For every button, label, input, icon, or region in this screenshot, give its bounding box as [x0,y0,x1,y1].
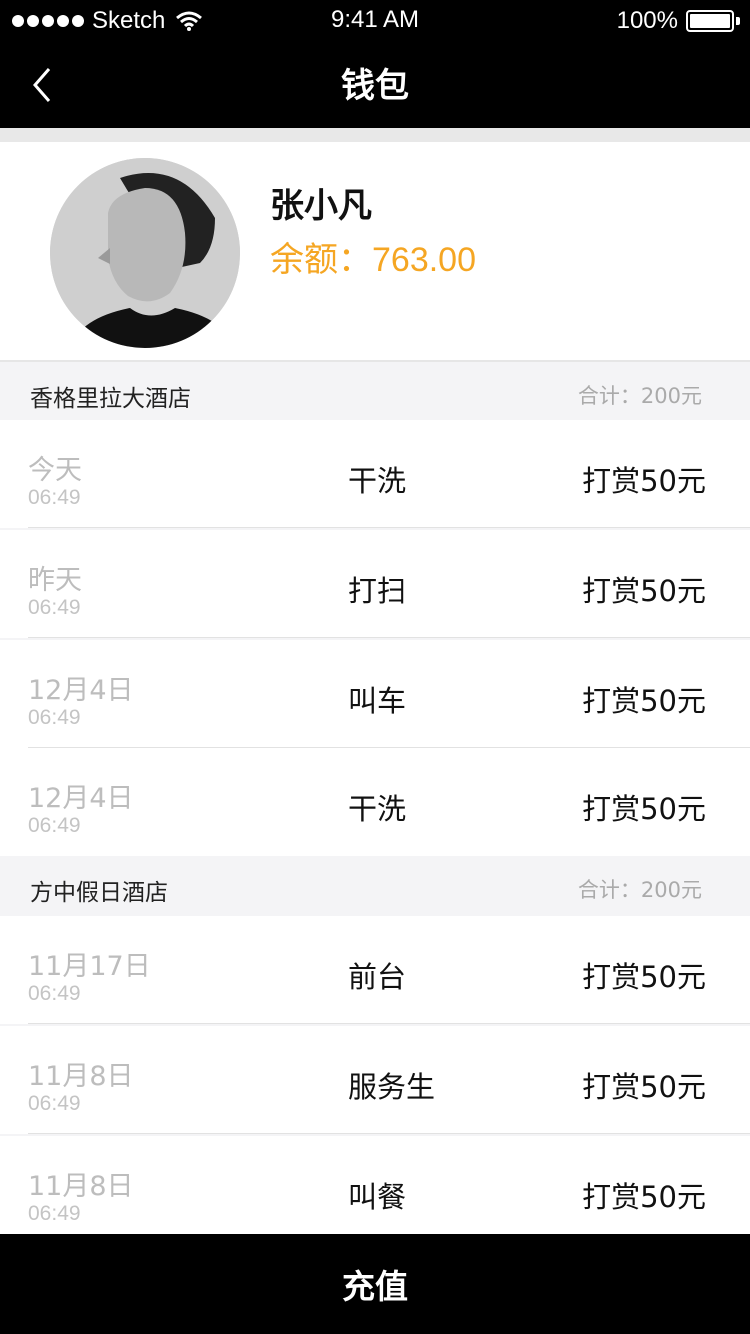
battery-percent: 100% [616,7,678,34]
list-item[interactable]: 11月8日 06:49 服务生 打赏50元 [0,1026,750,1134]
record-reward: 打赏50元 [582,464,706,498]
group-total: 合计：200元 [577,384,702,408]
group-total: 合计：200元 [577,878,702,902]
hotel-name: 方中假日酒店 [30,880,168,906]
status-right: 100% [617,6,740,36]
hotel-name: 香格里拉大酒店 [30,386,191,412]
record-time: 06:49 [28,596,81,619]
record-date: 11月8日 [28,1171,134,1202]
record-time: 06:49 [28,1092,81,1115]
page-title: 钱包 [341,66,409,106]
record-service: 叫车 [348,684,407,718]
divider [28,527,750,528]
balance-text: 余额：763.00 [270,232,476,281]
divider [28,1133,750,1134]
record-service: 前台 [348,960,407,994]
record-reward: 打赏50元 [582,574,706,608]
record-date: 12月4日 [28,675,134,706]
group-header: 香格里拉大酒店 合计：200元 [0,362,750,420]
record-date: 今天 [28,455,82,486]
status-bar: Sketch 9:41 AM 100% [0,0,750,40]
record-reward: 打赏50元 [582,792,706,826]
record-service: 打扫 [348,574,407,608]
balance-value: 763.00 [372,241,476,279]
record-date: 12月4日 [28,783,134,814]
record-service: 干洗 [348,464,407,498]
list-item[interactable]: 12月4日 06:49 叫车 打赏50元 [0,640,750,748]
record-reward: 打赏50元 [582,1070,706,1104]
record-reward: 打赏50元 [582,960,706,994]
user-photo-icon [50,158,240,348]
header: Sketch 9:41 AM 100% 钱包 [0,0,750,128]
record-time: 06:49 [28,706,81,729]
list-item[interactable]: 11月17日 06:49 前台 打赏50元 [0,916,750,1024]
divider [0,128,750,142]
avatar[interactable] [50,158,240,348]
record-date: 11月17日 [28,951,151,982]
record-time: 06:49 [28,486,81,509]
list-item[interactable]: 11月8日 06:49 叫餐 打赏50元 [0,1136,750,1244]
record-date: 昨天 [28,565,82,596]
record-service: 服务生 [348,1070,436,1104]
list-item[interactable]: 昨天 06:49 打扫 打赏50元 [0,530,750,638]
group-header: 方中假日酒店 合计：200元 [0,856,750,914]
user-name: 张小凡 [270,186,372,226]
list-item[interactable]: 12月4日 06:49 干洗 打赏50元 [0,748,750,856]
record-time: 06:49 [28,814,81,837]
list-item[interactable]: 今天 06:49 干洗 打赏50元 [0,420,750,528]
divider [28,637,750,638]
record-service: 干洗 [348,792,407,826]
record-service: 叫餐 [348,1180,407,1214]
record-time: 06:49 [28,1202,81,1225]
battery-icon [686,10,734,32]
profile-card: 张小凡 余额：763.00 [0,142,750,362]
record-reward: 打赏50元 [582,684,706,718]
record-reward: 打赏50元 [582,1180,706,1214]
recharge-button[interactable]: 充值 [0,1234,750,1334]
divider [28,1023,750,1024]
record-date: 11月8日 [28,1061,134,1092]
balance-label: 余额： [270,240,372,280]
record-time: 06:49 [28,982,81,1005]
